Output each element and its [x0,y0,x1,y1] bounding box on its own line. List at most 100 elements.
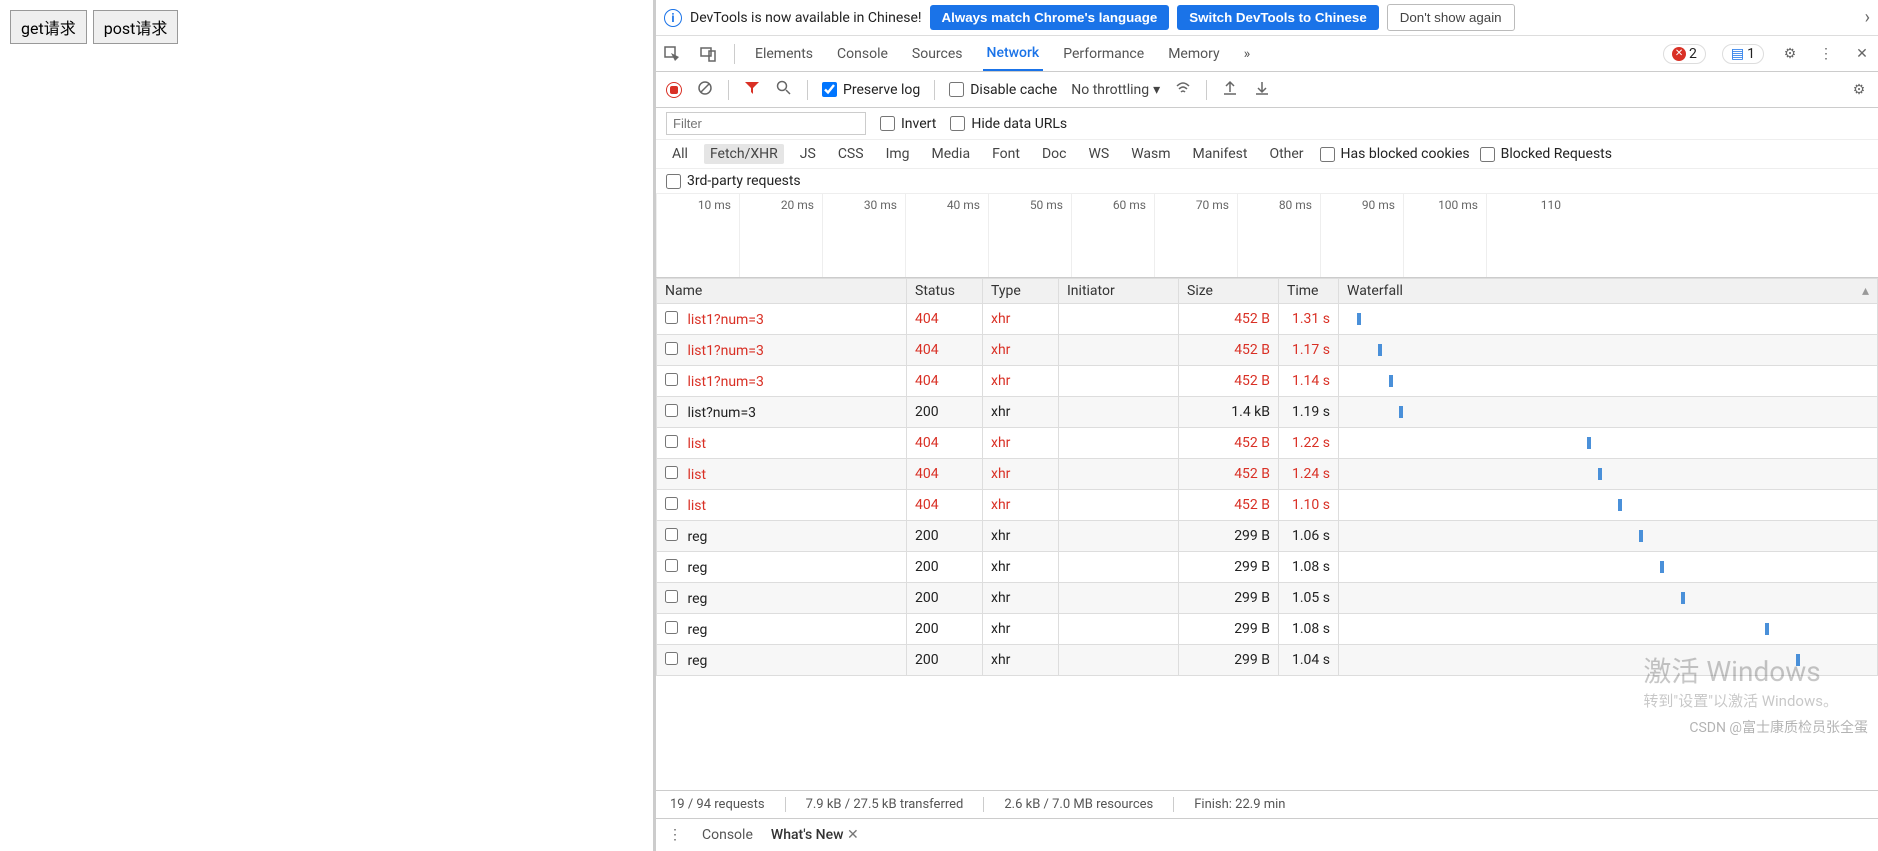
filter-doc[interactable]: Doc [1036,144,1073,164]
row-checkbox[interactable] [665,621,678,634]
throttling-select[interactable]: No throttling ▾ [1071,82,1160,98]
row-checkbox[interactable] [665,652,678,665]
filter-fetchxhr[interactable]: Fetch/XHR [704,144,784,164]
always-match-button[interactable]: Always match Chrome's language [930,5,1170,30]
request-type: xhr [983,614,1059,645]
col-type[interactable]: Type [983,279,1059,304]
thirdparty-checkbox[interactable]: 3rd-party requests [666,173,801,189]
row-checkbox[interactable] [665,466,678,479]
disable-cache-checkbox[interactable]: Disable cache [949,82,1057,98]
blocked-cookies-checkbox[interactable]: Has blocked cookies [1320,146,1470,162]
filter-js[interactable]: JS [794,144,822,164]
request-name: reg [687,653,707,669]
switch-chinese-button[interactable]: Switch DevTools to Chinese [1177,5,1379,30]
table-row[interactable]: reg200xhr299 B1.08 s [657,552,1878,583]
kebab-icon[interactable]: ⋮ [1816,44,1836,64]
tab-sources[interactable]: Sources [908,38,967,70]
request-size: 299 B [1179,614,1279,645]
invert-checkbox[interactable]: Invert [880,116,936,132]
table-row[interactable]: reg200xhr299 B1.04 s [657,645,1878,676]
col-initiator[interactable]: Initiator [1059,279,1179,304]
wifi-icon[interactable] [1174,80,1192,100]
search-icon[interactable] [775,80,793,100]
upload-icon[interactable] [1221,80,1239,100]
filter-input[interactable] [666,112,866,135]
get-request-button[interactable]: get请求 [10,10,87,44]
row-checkbox[interactable] [665,559,678,572]
close-icon[interactable]: ✕ [1852,44,1872,64]
row-checkbox[interactable] [665,311,678,324]
request-time: 1.14 s [1279,366,1339,397]
timeline-tick: 50 ms [988,194,1071,277]
timeline-overview[interactable]: 10 ms20 ms30 ms40 ms50 ms60 ms70 ms80 ms… [656,194,1878,278]
table-row[interactable]: reg200xhr299 B1.05 s [657,583,1878,614]
filter-font[interactable]: Font [986,144,1026,164]
gear-icon[interactable]: ⚙ [1780,44,1800,64]
download-icon[interactable] [1253,80,1271,100]
filter-wasm[interactable]: Wasm [1125,144,1176,164]
row-checkbox[interactable] [665,590,678,603]
tab-console[interactable]: Console [833,38,892,70]
table-row[interactable]: list404xhr452 B1.22 s [657,428,1878,459]
tab-network[interactable]: Network [983,37,1044,71]
row-checkbox[interactable] [665,373,678,386]
request-waterfall [1339,645,1878,676]
filter-all[interactable]: All [666,144,694,164]
col-waterfall[interactable]: Waterfall ▴ [1339,279,1878,304]
filter-media[interactable]: Media [926,144,977,164]
request-initiator [1059,397,1179,428]
device-icon[interactable] [698,44,718,64]
table-row[interactable]: reg200xhr299 B1.06 s [657,521,1878,552]
table-row[interactable]: list1?num=3404xhr452 B1.17 s [657,335,1878,366]
status-transferred: 7.9 kB / 27.5 kB transferred [785,797,964,812]
row-checkbox[interactable] [665,528,678,541]
tab-memory[interactable]: Memory [1164,38,1223,70]
network-toolbar: Preserve log Disable cache No throttling… [656,72,1878,108]
blocked-requests-checkbox[interactable]: Blocked Requests [1480,146,1612,162]
drawer-tab-whatsnew[interactable]: What's New ✕ [771,827,859,843]
request-waterfall [1339,304,1878,335]
issues-badge[interactable]: ▤1 [1722,44,1764,64]
request-status: 404 [907,490,983,521]
clear-icon[interactable] [696,80,714,100]
chevron-right-icon[interactable]: › [1865,7,1870,28]
filter-icon[interactable] [743,80,761,100]
record-button[interactable] [666,82,682,98]
filter-manifest[interactable]: Manifest [1187,144,1254,164]
table-row[interactable]: list1?num=3404xhr452 B1.31 s [657,304,1878,335]
post-request-button[interactable]: post请求 [93,10,179,44]
table-row[interactable]: reg200xhr299 B1.08 s [657,614,1878,645]
tab-performance[interactable]: Performance [1059,38,1148,70]
row-checkbox[interactable] [665,342,678,355]
col-size[interactable]: Size [1179,279,1279,304]
table-row[interactable]: list404xhr452 B1.24 s [657,459,1878,490]
dont-show-button[interactable]: Don't show again [1387,4,1515,31]
drawer-tab-console[interactable]: Console [702,827,753,843]
row-checkbox[interactable] [665,404,678,417]
row-checkbox[interactable] [665,435,678,448]
filter-ws[interactable]: WS [1082,144,1115,164]
request-type: xhr [983,583,1059,614]
request-name: list [687,436,706,452]
hide-data-urls-checkbox[interactable]: Hide data URLs [950,116,1067,132]
tabs-more-icon[interactable]: » [1240,38,1255,70]
status-finish: Finish: 22.9 min [1173,797,1285,812]
inspect-icon[interactable] [662,44,682,64]
filter-other[interactable]: Other [1263,144,1309,164]
filter-css[interactable]: CSS [832,144,870,164]
network-table[interactable]: Name Status Type Initiator Size Time Wat… [656,278,1878,791]
col-status[interactable]: Status [907,279,983,304]
row-checkbox[interactable] [665,497,678,510]
filter-img[interactable]: Img [880,144,916,164]
drawer-kebab-icon[interactable]: ⋮ [666,827,684,843]
table-row[interactable]: list1?num=3404xhr452 B1.14 s [657,366,1878,397]
settings-icon[interactable]: ⚙ [1850,82,1868,98]
error-badge[interactable]: ✕2 [1663,44,1706,64]
col-time[interactable]: Time [1279,279,1339,304]
table-row[interactable]: list?num=3200xhr1.4 kB1.19 s [657,397,1878,428]
table-row[interactable]: list404xhr452 B1.10 s [657,490,1878,521]
col-name[interactable]: Name [657,279,907,304]
tab-elements[interactable]: Elements [751,38,817,70]
preserve-log-checkbox[interactable]: Preserve log [822,82,920,98]
close-icon[interactable]: ✕ [847,827,859,843]
